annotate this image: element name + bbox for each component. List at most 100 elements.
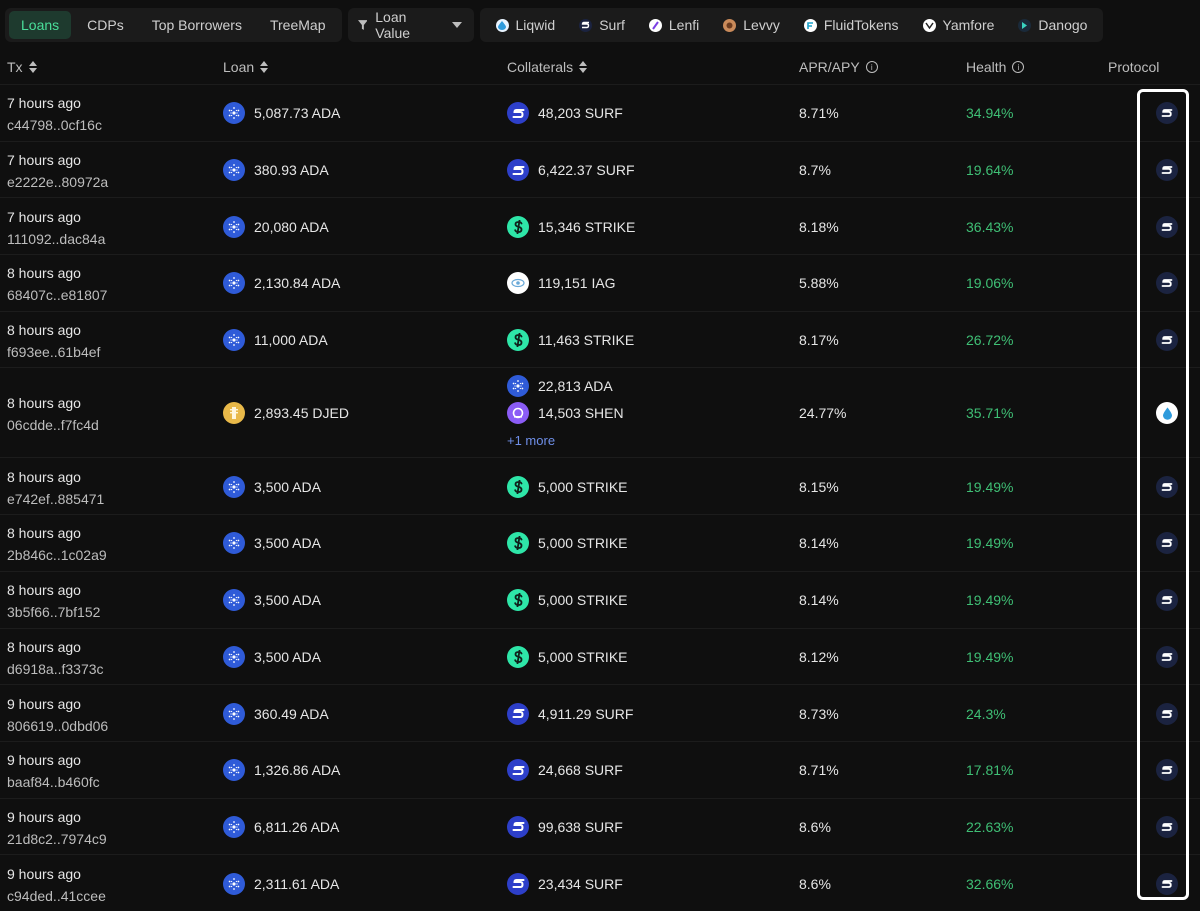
collateral-amount: 119,151 IAG — [538, 275, 616, 292]
protocol-tab-danogo[interactable]: Danogo — [1008, 11, 1097, 39]
tx-hash-link[interactable]: 3b5f66..7bf152 — [7, 604, 100, 620]
collateral-amount: 23,434 SURF — [538, 875, 623, 892]
column-header-protocol: Protocol — [1108, 59, 1159, 75]
loans-table-body: 7 hours ago c44798..0cf16c 5,087.73 ADA 4… — [0, 84, 1200, 911]
tx-hash-link[interactable]: 21d8c2..7974c9 — [7, 831, 107, 847]
surf-icon — [507, 815, 529, 838]
protocol-tab-label: Liqwid — [515, 17, 556, 33]
tab-cdps[interactable]: CDPs — [75, 11, 136, 39]
table-row[interactable]: 9 hours ago baaf84..b460fc 1,326.86 ADA 2… — [0, 740, 1200, 798]
collateral-item: 99,638 SURF — [507, 815, 623, 838]
collateral-amount: 99,638 SURF — [538, 818, 623, 835]
info-icon[interactable]: i — [865, 61, 878, 73]
loan-cell: 380.93 ADA — [223, 159, 329, 182]
tx-hash-link[interactable]: d6918a..f3373c — [7, 661, 104, 677]
loan-cell: 20,080 ADA — [223, 215, 329, 238]
loan-value-filter-dropdown[interactable]: Loan Value — [347, 8, 474, 42]
tx-hash-link[interactable]: 806619..0dbd06 — [7, 718, 108, 734]
tx-hash-link[interactable]: 111092..dac84a — [7, 231, 105, 247]
ada-icon — [223, 759, 245, 782]
protocol-surf-icon[interactable] — [1156, 532, 1178, 555]
loan-cell: 3,500 ADA — [223, 645, 321, 668]
table-row[interactable]: 8 hours ago 3b5f66..7bf152 3,500 ADA 5,00… — [0, 570, 1200, 628]
table-row[interactable]: 7 hours ago 111092..dac84a 20,080 ADA 15,… — [0, 197, 1200, 254]
protocol-tab-label: Surf — [599, 17, 625, 33]
apr-value: 8.18% — [799, 218, 839, 235]
ada-icon — [223, 215, 245, 238]
protocol-tab-yamfore[interactable]: Yamfore — [913, 11, 1005, 39]
protocol-droplet-icon[interactable] — [1156, 402, 1178, 425]
protocol-tab-liqwid[interactable]: Liqwid — [486, 11, 566, 39]
column-header-tx[interactable]: Tx — [7, 59, 37, 75]
tx-hash-link[interactable]: baaf84..b460fc — [7, 774, 100, 790]
column-header-loan[interactable]: Loan — [223, 59, 269, 75]
protocol-tab-label: Yamfore — [942, 17, 995, 33]
table-row[interactable]: 8 hours ago 2b846c..1c02a9 3,500 ADA 5,00… — [0, 514, 1200, 571]
protocol-tab-levvy[interactable]: Levvy — [713, 11, 790, 39]
protocol-tab-fluidtokens[interactable]: FluidTokens — [794, 11, 909, 39]
strike-icon — [507, 532, 529, 555]
protocol-surf-icon[interactable] — [1156, 475, 1178, 498]
protocol-surf-icon[interactable] — [1156, 272, 1178, 295]
tx-hash-link[interactable]: 06cdde..f7fc4d — [7, 417, 99, 433]
loan-amount: 1,326.86 ADA — [254, 762, 341, 779]
sort-icon — [28, 61, 37, 73]
table-row[interactable]: 7 hours ago c44798..0cf16c 5,087.73 ADA 4… — [0, 84, 1200, 141]
more-collaterals-link[interactable]: +1 more — [507, 433, 555, 448]
tx-time: 7 hours ago — [7, 95, 81, 112]
table-row[interactable]: 8 hours ago 06cdde..f7fc4d 2,893.45 DJED … — [0, 367, 1200, 457]
ada-icon — [223, 102, 245, 125]
table-row[interactable]: 8 hours ago e742ef..885471 3,500 ADA 5,00… — [0, 457, 1200, 514]
protocol-tab-surf[interactable]: Surf — [569, 11, 635, 39]
strike-icon — [507, 475, 529, 498]
protocol-surf-icon[interactable] — [1156, 702, 1178, 725]
ada-icon — [223, 159, 245, 182]
tx-hash-link[interactable]: c44798..0cf16c — [7, 117, 102, 133]
protocol-surf-icon[interactable] — [1156, 645, 1178, 668]
protocol-surf-icon[interactable] — [1156, 872, 1178, 895]
tx-hash-link[interactable]: e742ef..885471 — [7, 491, 104, 507]
table-row[interactable]: 9 hours ago c94ded..41ccee 2,311.61 ADA 2… — [0, 854, 1200, 911]
tab-treemap[interactable]: TreeMap — [258, 11, 338, 39]
collateral-item: 15,346 STRIKE — [507, 215, 635, 238]
tx-hash-link[interactable]: 2b846c..1c02a9 — [7, 547, 107, 563]
table-row[interactable]: 7 hours ago e2222e..80972a 380.93 ADA 6,4… — [0, 140, 1200, 198]
levvy-icon — [723, 18, 737, 32]
tx-hash-link[interactable]: c94ded..41ccee — [7, 888, 106, 904]
protocol-surf-icon[interactable] — [1156, 159, 1178, 182]
protocol-surf-icon[interactable] — [1156, 759, 1178, 782]
tx-hash-link[interactable]: 68407c..e81807 — [7, 287, 107, 303]
protocol-tab-lenfi[interactable]: Lenfi — [639, 11, 709, 39]
collateral-amount: 4,911.29 SURF — [538, 705, 634, 722]
table-row[interactable]: 8 hours ago d6918a..f3373c 3,500 ADA 5,00… — [0, 627, 1200, 685]
protocol-surf-icon[interactable] — [1156, 102, 1178, 125]
tab-loans[interactable]: Loans — [9, 11, 72, 39]
collateral-amount: 24,668 SURF — [538, 762, 623, 779]
tab-top-borrowers[interactable]: Top Borrowers — [140, 11, 254, 39]
table-row[interactable]: 8 hours ago f693ee..61b4ef 11,000 ADA 11,… — [0, 310, 1200, 368]
protocol-surf-icon[interactable] — [1156, 329, 1178, 352]
loan-amount: 2,893.45 DJED — [254, 405, 349, 422]
tx-hash-link[interactable]: e2222e..80972a — [7, 174, 108, 190]
tx-hash-link[interactable]: f693ee..61b4ef — [7, 344, 100, 360]
collateral-item: 5,000 STRIKE — [507, 589, 628, 612]
loan-cell: 1,326.86 ADA — [223, 759, 341, 782]
info-icon[interactable]: i — [1012, 61, 1025, 73]
protocol-tab-label: Levvy — [743, 17, 780, 33]
table-row[interactable]: 9 hours ago 21d8c2..7974c9 6,811.26 ADA 9… — [0, 797, 1200, 855]
protocol-surf-icon[interactable] — [1156, 589, 1178, 612]
collateral-item: 5,000 STRIKE — [507, 645, 628, 668]
apr-value: 8.14% — [799, 592, 839, 609]
column-header-collaterals[interactable]: Collaterals — [507, 59, 588, 75]
protocol-surf-icon[interactable] — [1156, 815, 1178, 838]
protocol-surf-icon[interactable] — [1156, 215, 1178, 238]
apr-value: 8.15% — [799, 478, 839, 495]
column-header-label: Loan — [223, 59, 255, 75]
top-toolbar: Loans CDPs Top Borrowers TreeMap Loan Va… — [0, 0, 1200, 50]
droplet-icon — [495, 18, 509, 32]
health-value: 19.49% — [966, 592, 1014, 609]
table-row[interactable]: 9 hours ago 806619..0dbd06 360.49 ADA 4,9… — [0, 684, 1200, 741]
table-row[interactable]: 8 hours ago 68407c..e81807 2,130.84 ADA 1… — [0, 254, 1200, 311]
loan-cell: 360.49 ADA — [223, 702, 329, 725]
tx-time: 8 hours ago — [7, 265, 81, 282]
